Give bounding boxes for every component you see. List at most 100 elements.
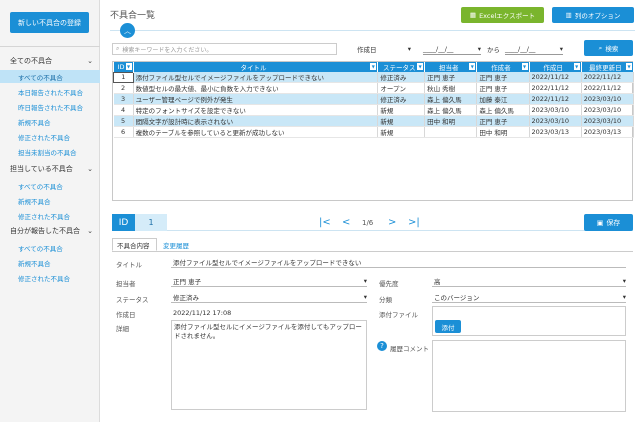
table-row[interactable]: 3 ユーザー管理ページで例外が発生 修正済み 森上 偏久馬 加藤 泰江 2022/11/1… [113, 93, 635, 105]
column-header-created[interactable]: 作成日 ▼ [529, 62, 582, 72]
sidebar-item-fixed[interactable]: 修正された不具合 [0, 130, 100, 143]
date-field-select[interactable]: 作成日 ▾ [357, 43, 411, 55]
last-page-icon[interactable]: >| [408, 214, 420, 231]
table-cell[interactable]: オープン [377, 82, 426, 94]
sidebar-item-reported-new[interactable]: 新規不具合 [0, 256, 100, 269]
sidebar-group-assigned[interactable]: 担当している不具合 ⌄ [10, 163, 93, 175]
attach-button[interactable]: 添付 [435, 320, 461, 333]
table-cell[interactable]: 森上 偏久馬 [424, 93, 478, 105]
table-cell[interactable]: 1 [113, 71, 134, 83]
table-cell[interactable]: 2023/03/13 [581, 126, 635, 138]
table-cell[interactable]: 2023/03/10 [529, 115, 582, 127]
sidebar-item-unassigned[interactable]: 担当未割当の不具合 [0, 145, 100, 158]
new-defect-button[interactable]: 新しい不具合の登録 [10, 12, 89, 33]
filter-icon[interactable]: ▼ [573, 63, 580, 70]
table-cell[interactable] [424, 126, 478, 138]
table-cell[interactable]: 正門 恵子 [476, 115, 530, 127]
sidebar-item-today[interactable]: 本日報告された不具合 [0, 85, 100, 98]
table-cell[interactable]: 2023/03/10 [581, 93, 635, 105]
tab-details[interactable]: 不具合内容 [112, 238, 157, 251]
table-cell[interactable]: 新規 [377, 104, 426, 116]
table-row[interactable]: 5 間隔文字が設計時に表示されない 新規 田中 和明 正門 恵子 2023/03/10 20… [113, 115, 635, 127]
sidebar-group-reported[interactable]: 自分が報告した不具合 ⌄ [10, 225, 93, 237]
table-cell[interactable]: 田中 和明 [476, 126, 530, 138]
table-cell[interactable]: 2022/11/12 [529, 93, 582, 105]
table-cell[interactable]: 田中 和明 [424, 115, 478, 127]
filter-icon[interactable]: ▼ [521, 63, 528, 70]
column-header-assignee[interactable]: 担当者 ▼ [424, 62, 478, 72]
table-cell[interactable]: 複数のテーブルを参照していると更新が成功しない [133, 126, 379, 138]
filter-icon[interactable]: ▼ [626, 63, 632, 70]
sidebar-item-reported-all[interactable]: すべての不具合 [0, 241, 100, 254]
table-cell[interactable]: 秋山 秀樹 [424, 82, 478, 94]
date-from-input[interactable]: ____/__/__ ▾ [423, 43, 481, 55]
history-comment-textarea[interactable] [432, 340, 626, 412]
column-options-button[interactable]: ▥ 列のオプション [552, 7, 634, 23]
sidebar-item-assigned-fixed[interactable]: 修正された不具合 [0, 209, 100, 222]
table-cell[interactable]: 2 [113, 82, 134, 94]
table-cell[interactable]: 2023/03/10 [581, 104, 635, 116]
excel-export-button[interactable]: ▦ Excelエクスポート [461, 7, 544, 23]
column-header-updated[interactable]: 最終更新日 ▼ [581, 62, 635, 72]
table-row[interactable]: 1 添付ファイル型セルでイメージファイルをアップロードできない 修正済み 正門 恵子正… [113, 71, 635, 83]
table-cell[interactable]: 正門 恵子 [476, 82, 530, 94]
table-cell[interactable]: 修正済み [377, 93, 426, 105]
details-textarea[interactable]: 添付ファイル型セルにイメージファイルを添付してもアップロードされません。 [171, 320, 367, 410]
sidebar-item-assigned-new[interactable]: 新規不具合 [0, 194, 100, 207]
sidebar-item-new[interactable]: 新規不具合 [0, 115, 100, 128]
table-cell[interactable]: 数値型セルの最大値、最小に負数を入力できない [133, 82, 379, 94]
table-cell[interactable]: 2022/11/12 [581, 82, 635, 94]
search-button[interactable]: ⌕ 検索 [584, 40, 633, 56]
column-header-id[interactable]: ID ▼ [113, 62, 134, 72]
table-cell[interactable]: 6 [113, 126, 134, 138]
filter-icon[interactable]: ▼ [370, 63, 377, 70]
sidebar-item-reported-fixed[interactable]: 修正された不具合 [0, 271, 100, 284]
table-cell[interactable]: 加藤 泰江 [476, 93, 530, 105]
table-cell[interactable]: 5 [113, 115, 134, 127]
collapse-up-icon[interactable]: ︿ [120, 23, 135, 38]
sidebar-item-all-defects[interactable]: すべての不具合 [0, 70, 100, 83]
column-header-creator[interactable]: 作成者 ▼ [476, 62, 530, 72]
filter-icon[interactable]: ▼ [125, 63, 132, 70]
table-cell[interactable]: 2022/11/12 [529, 72, 582, 83]
table-cell[interactable]: 2023/03/13 [529, 126, 582, 138]
table-row[interactable]: 4 特定のフォントサイズを設定できない 新規 森上 偏久馬 森上 偏久馬 2023/03/… [113, 104, 635, 116]
previous-page-icon[interactable]: < [342, 214, 350, 231]
filter-icon[interactable]: ▼ [417, 63, 424, 70]
assignee-select[interactable]: 正門 恵子 ▾ [171, 276, 367, 287]
table-cell[interactable]: 森上 偏久馬 [476, 104, 530, 116]
title-field[interactable]: 添付ファイル型セルでイメージファイルをアップロードできない [171, 257, 626, 268]
table-cell[interactable]: 2022/11/12 [581, 72, 635, 83]
tab-history[interactable]: 変更履歴 [159, 238, 193, 251]
table-row[interactable]: 6 複数のテーブルを参照していると更新が成功しない 新規 田中 和明 2023/03/1… [113, 126, 635, 138]
table-cell[interactable]: 森上 偏久馬 [424, 104, 478, 116]
status-select[interactable]: 修正済み ▾ [171, 292, 367, 303]
table-cell[interactable]: 正門 恵子 [424, 72, 478, 83]
column-header-title[interactable]: タイトル ▼ [133, 62, 379, 72]
table-cell[interactable]: 間隔文字が設計時に表示されない [133, 115, 379, 127]
save-button[interactable]: ▣ 保存 [584, 214, 633, 231]
table-row[interactable]: 2 数値型セルの最大値、最小に負数を入力できない オープン 秋山 秀樹 正門 恵子 202… [113, 82, 635, 94]
sidebar-item-yesterday[interactable]: 昨日報告された不具合 [0, 100, 100, 113]
table-cell[interactable]: 2022/11/12 [529, 82, 582, 94]
table-cell[interactable]: 新規 [377, 126, 426, 138]
table-cell[interactable]: 正門 恵子 [476, 72, 530, 83]
table-cell[interactable]: 添付ファイル型セルでイメージファイルをアップロードできない [133, 72, 379, 83]
table-cell[interactable]: 修正済み [377, 72, 426, 83]
column-header-status[interactable]: ステータス ▼ [377, 62, 426, 72]
table-cell[interactable]: 特定のフォントサイズを設定できない [133, 104, 379, 116]
table-cell[interactable]: 3 [113, 93, 134, 105]
sidebar-item-assigned-all[interactable]: すべての不具合 [0, 179, 100, 192]
date-to-input[interactable]: ____/__/__ ▾ [505, 43, 563, 55]
table-cell[interactable]: 2023/03/10 [581, 115, 635, 127]
sidebar-group-all[interactable]: 全ての不具合 ⌄ [10, 55, 93, 67]
search-input[interactable]: ⌕ 検索キーワードを入力ください。 [112, 43, 337, 55]
filter-icon[interactable]: ▼ [469, 63, 476, 70]
table-cell[interactable]: 新規 [377, 115, 426, 127]
help-icon[interactable]: ? [377, 341, 387, 351]
table-cell[interactable]: ユーザー管理ページで例外が発生 [133, 93, 379, 105]
category-select[interactable]: このバージョン ▾ [432, 292, 626, 303]
priority-select[interactable]: 高 ▾ [432, 276, 626, 287]
table-cell[interactable]: 2023/03/10 [529, 104, 582, 116]
next-page-icon[interactable]: > [388, 214, 396, 231]
